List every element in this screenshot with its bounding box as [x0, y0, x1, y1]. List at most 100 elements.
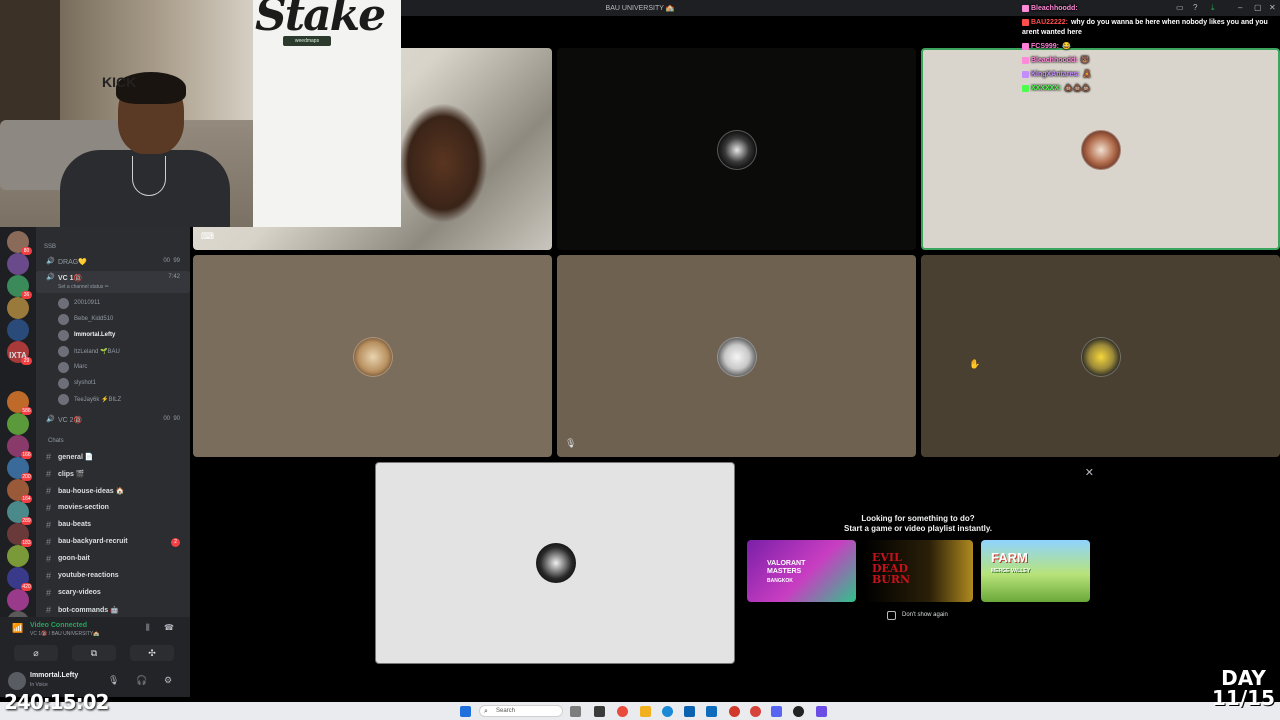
member-avatar — [58, 346, 69, 357]
participant-avatar — [353, 337, 393, 377]
media-icon[interactable] — [793, 706, 804, 717]
app-icon[interactable] — [729, 706, 740, 717]
member-avatar — [58, 330, 69, 341]
widgets-icon[interactable] — [570, 706, 581, 717]
chat-message: Bleachhoodd: — [1022, 4, 1280, 14]
game-title: VALORANT MASTERS — [767, 560, 806, 575]
camera-button[interactable]: ⌀ — [14, 645, 58, 661]
chrome-icon[interactable] — [617, 706, 628, 717]
voice-member[interactable]: Immortal.Lefty — [58, 329, 188, 343]
user-avatar[interactable] — [8, 672, 26, 690]
video-tile-participant[interactable]: ✋ — [921, 255, 1280, 457]
taskbar-search[interactable]: ⌕ Search — [479, 705, 563, 717]
voice-member[interactable]: 20010911 — [58, 297, 188, 311]
start-icon[interactable] — [460, 706, 471, 717]
activity-heading: Looking for something to do? — [861, 514, 975, 523]
hash-icon: # — [46, 571, 52, 581]
game-card-farm[interactable]: FARM MERGE VALLEY — [981, 540, 1090, 602]
server-icon[interactable]: 166 — [7, 435, 32, 459]
text-channel[interactable]: # bau-house-ideas 🏠 — [36, 484, 190, 498]
server-icon[interactable]: 183 — [7, 523, 32, 547]
channel-label: DRAG💛 — [58, 259, 87, 266]
server-list: 803629IXTA586166200164289183420NEW — [0, 227, 36, 665]
voice-member[interactable]: slyshot1 — [58, 377, 188, 391]
participant-avatar — [1081, 337, 1121, 377]
server-icon[interactable]: 420 — [7, 567, 32, 591]
voice-channel-vc2[interactable]: 🔊 VC 2🔞 00 90 — [36, 413, 190, 427]
activity-button[interactable]: ✣ — [130, 645, 174, 661]
server-text-icon[interactable]: IXTA — [7, 345, 29, 367]
video-tile-participant[interactable]: 🎙 — [557, 255, 916, 457]
text-channel[interactable]: # youtube-reactions — [36, 569, 190, 583]
voice-channel-drag[interactable]: 🔊 DRAG💛 00 99 — [36, 255, 190, 269]
text-channel[interactable]: # clips 🎬 — [36, 467, 190, 481]
text-channel[interactable]: # scary-videos — [36, 586, 190, 600]
text-channel[interactable]: # bot-commands 🤖 — [36, 603, 190, 617]
game-card-valorant[interactable]: VALORANT MASTERS BANGKOK — [747, 540, 856, 602]
channel-label: goon-bait — [58, 555, 90, 562]
file-explorer-icon[interactable] — [640, 706, 651, 717]
dont-show-checkbox[interactable] — [887, 611, 896, 620]
sponsor-logo: Stake — [255, 0, 386, 41]
headphones-icon[interactable]: 🎧 — [136, 675, 147, 686]
disconnect-icon[interactable]: ☎ — [164, 623, 174, 632]
hash-icon: # — [46, 554, 52, 564]
text-channel[interactable]: # movies-section — [36, 501, 190, 515]
activity-subheading: Start a game or video playlist instantly… — [844, 524, 992, 533]
video-content — [398, 103, 488, 223]
server-icon[interactable]: 80 — [7, 231, 32, 255]
member-name: 20010911 — [74, 300, 101, 306]
settings-icon[interactable]: ⚙ — [164, 675, 172, 686]
category-chats[interactable]: Chats — [36, 435, 190, 449]
self-avatar — [536, 543, 576, 583]
chat-badge-icon — [1022, 4, 1029, 12]
close-icon[interactable]: ✕ — [1085, 466, 1094, 479]
chat-message: Bleachhoodd: 🐻 — [1022, 56, 1280, 66]
server-icon[interactable] — [7, 297, 29, 319]
game-card-evil-dead[interactable]: EVIL DEAD BURN — [864, 540, 973, 602]
channel-label: youtube-reactions — [58, 572, 119, 579]
voice-member[interactable]: Bebe_Kidd510 — [58, 313, 188, 327]
server-icon[interactable]: 36 — [7, 275, 32, 299]
member-name: Bebe_Kidd510 — [74, 316, 114, 322]
chat-username: KingXAntares: — [1031, 71, 1080, 78]
server-icon[interactable]: 164 — [7, 479, 32, 503]
server-icon[interactable] — [7, 545, 29, 567]
server-icon[interactable]: 200 — [7, 457, 32, 481]
voice-channel-vc1[interactable]: 🔊 VC 1🔞 7:42 Set a channel status ✏ — [36, 271, 190, 293]
server-icon[interactable]: 289 — [7, 501, 32, 525]
voice-member[interactable]: Marc — [58, 361, 188, 375]
task-view-icon[interactable] — [594, 706, 605, 717]
text-channel[interactable]: # bau-backyard-recruit 2 — [36, 535, 190, 549]
voice-member[interactable]: TeeJay6k ⚡BILZ — [58, 393, 188, 407]
speaker-icon: 🔊 — [46, 258, 55, 265]
member-avatar — [58, 298, 69, 309]
microphone-icon[interactable]: 🎙 — [108, 675, 119, 686]
server-icon[interactable] — [7, 413, 29, 435]
noise-icon[interactable]: ⫼ — [146, 623, 150, 633]
store-icon[interactable] — [684, 706, 695, 717]
mail-icon[interactable] — [706, 706, 717, 717]
text-channel[interactable]: # general 📄 — [36, 450, 190, 464]
voice-member[interactable]: ItzLeland 🌱BAU — [58, 345, 188, 359]
category-label: SSB — [44, 244, 57, 250]
chat-username: Bleachhoodd: — [1031, 57, 1078, 64]
text-channel[interactable]: # goon-bait — [36, 552, 190, 566]
text-channel[interactable]: # bau-beats — [36, 518, 190, 532]
participant-avatar — [1081, 130, 1121, 170]
server-icon[interactable] — [7, 253, 29, 275]
user-name: Immortal.Lefty — [30, 672, 79, 679]
video-tile-participant[interactable] — [557, 48, 916, 250]
edge-icon[interactable] — [662, 706, 673, 717]
category-header[interactable]: SSB — [36, 241, 190, 255]
browser-icon[interactable] — [750, 706, 761, 717]
screen-share-button[interactable]: ⧉ — [72, 645, 116, 661]
self-video-tile[interactable] — [375, 462, 735, 664]
video-tile-participant[interactable] — [193, 255, 552, 457]
discord-icon[interactable] — [771, 706, 782, 717]
server-icon[interactable] — [7, 319, 29, 341]
channel-limit: 99 — [173, 258, 180, 264]
server-icon[interactable] — [7, 589, 29, 611]
server-icon[interactable]: 586 — [7, 391, 32, 415]
app-grid-icon[interactable] — [816, 706, 827, 717]
